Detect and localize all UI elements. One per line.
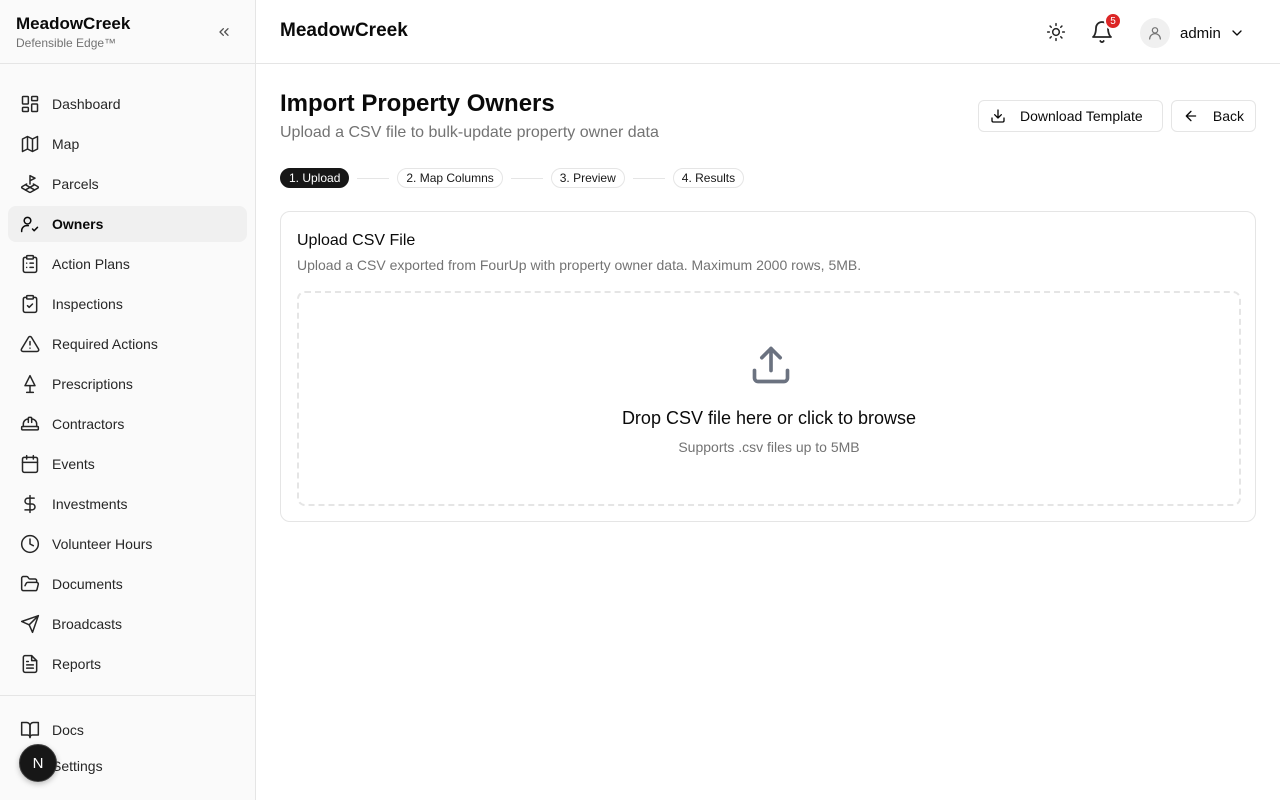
- land-plot-icon: [20, 174, 40, 194]
- stepper: 1. Upload 2. Map Columns 3. Preview 4. R…: [280, 168, 745, 188]
- sidebar-item-docs[interactable]: Docs: [8, 712, 247, 748]
- card-title: Upload CSV File: [297, 232, 416, 249]
- sidebar-item-required-actions[interactable]: Required Actions: [8, 326, 247, 362]
- user-icon: [1140, 18, 1170, 48]
- hard-hat-icon: [20, 416, 40, 431]
- calendar-icon: [21, 454, 39, 474]
- brand-name: MeadowCreek: [16, 14, 131, 33]
- step-results: 4. Results: [672, 168, 745, 188]
- sidebar-item-label: Events: [52, 456, 95, 472]
- step-map-columns: 2. Map Columns: [397, 168, 503, 188]
- sidebar-item-label: Volunteer Hours: [52, 536, 153, 552]
- alert-triangle-icon: [20, 335, 40, 353]
- step-connector: [510, 177, 543, 179]
- sidebar-item-label: Inspections: [52, 296, 123, 312]
- floating-avatar[interactable]: N: [19, 744, 57, 782]
- brand: MeadowCreek Defensible Edge™: [0, 0, 255, 64]
- step-upload: 1. Upload: [280, 168, 350, 188]
- clipboard-list-icon: [22, 254, 38, 274]
- arrow-left-icon: [1185, 110, 1197, 122]
- sidebar-item-label: Settings: [52, 758, 103, 774]
- sidebar-item-label: Required Actions: [52, 336, 158, 352]
- dollar-sign-icon: [24, 494, 36, 514]
- sidebar-item-parcels[interactable]: Parcels: [8, 166, 247, 202]
- user-menu[interactable]: admin: [1140, 18, 1245, 48]
- sidebar-item-label: Dashboard: [52, 96, 121, 112]
- upload-icon: [749, 343, 793, 387]
- sidebar-item-dashboard[interactable]: Dashboard: [8, 86, 247, 122]
- brand-tagline: Defensible Edge™: [16, 36, 117, 50]
- sidebar-item-label: Docs: [52, 722, 84, 738]
- csv-dropzone[interactable]: Drop CSV file here or click to browse Su…: [297, 291, 1241, 506]
- tree-icon: [24, 374, 36, 394]
- card-description: Upload a CSV exported from FourUp with p…: [297, 257, 862, 273]
- back-label: Back: [1212, 108, 1244, 124]
- download-template-label: Download Template: [1020, 108, 1143, 124]
- sidebar-item-inspections[interactable]: Inspections: [8, 286, 247, 322]
- download-template-button[interactable]: Download Template: [978, 100, 1163, 132]
- sidebar-item-label: Action Plans: [52, 256, 130, 272]
- sidebar-item-label: Reports: [52, 656, 102, 672]
- sidebar-item-volunteer-hours[interactable]: Volunteer Hours: [8, 526, 247, 562]
- sidebar-item-label: Parcels: [52, 176, 99, 192]
- sidebar-item-reports[interactable]: Reports: [8, 646, 247, 682]
- back-button[interactable]: Back: [1171, 100, 1256, 132]
- sidebar-item-owners[interactable]: Owners: [8, 206, 247, 242]
- sidebar-item-label: Map: [52, 136, 80, 152]
- step-connector: [357, 177, 390, 179]
- download-icon: [991, 109, 1005, 123]
- sidebar-item-contractors[interactable]: Contractors: [8, 406, 247, 442]
- sidebar-item-prescriptions[interactable]: Prescriptions: [8, 366, 247, 402]
- sidebar-item-label: Contractors: [52, 416, 125, 432]
- sidebar-item-broadcasts[interactable]: Broadcasts: [8, 606, 247, 642]
- topbar: MeadowCreek 5 admin: [256, 0, 1280, 64]
- clipboard-check-icon: [22, 294, 38, 314]
- clock-icon: [20, 534, 40, 554]
- sidebar-item-events[interactable]: Events: [8, 446, 247, 482]
- user-name: admin: [1180, 24, 1221, 42]
- app-title: MeadowCreek: [280, 20, 408, 41]
- user-check-icon: [20, 216, 39, 233]
- step-preview: 3. Preview: [550, 168, 625, 188]
- dropzone-label: Drop CSV file here or click to browse: [621, 408, 917, 428]
- sidebar-item-documents[interactable]: Documents: [8, 566, 247, 602]
- upload-card: Upload CSV File Upload a CSV exported fr…: [280, 211, 1256, 522]
- layout-dashboard-icon: [21, 95, 39, 113]
- sidebar-item-label: Investments: [52, 496, 128, 512]
- dropzone-hint: Supports .csv files up to 5MB: [678, 439, 860, 455]
- sidebar-item-investments[interactable]: Investments: [8, 486, 247, 522]
- book-open-icon: [20, 721, 40, 739]
- notification-badge: 5: [1104, 12, 1122, 30]
- sidebar-item-label: Prescriptions: [52, 376, 133, 392]
- folder-open-icon: [20, 575, 40, 592]
- step-connector: [632, 177, 665, 179]
- file-text-icon: [22, 654, 38, 674]
- sidebar-item-map[interactable]: Map: [8, 126, 247, 162]
- page-subtitle: Upload a CSV file to bulk-update propert…: [280, 124, 659, 141]
- sidebar-item-label: Broadcasts: [52, 616, 123, 632]
- sidebar: MeadowCreek Defensible Edge™ Dashboard M…: [0, 0, 256, 800]
- sidebar-item-action-plans[interactable]: Action Plans: [8, 246, 247, 282]
- page-title: Import Property Owners: [280, 90, 555, 117]
- chevron-down-icon: [1232, 30, 1242, 36]
- send-icon: [20, 614, 40, 634]
- sun-icon[interactable]: [1046, 22, 1066, 42]
- map-icon: [21, 135, 39, 153]
- sidebar-item-label: Owners: [52, 216, 104, 232]
- sidebar-item-label: Documents: [52, 576, 123, 592]
- sidebar-nav: Dashboard Map Parcels Owners Action Plan…: [0, 64, 255, 682]
- collapse-sidebar-icon[interactable]: [213, 21, 235, 43]
